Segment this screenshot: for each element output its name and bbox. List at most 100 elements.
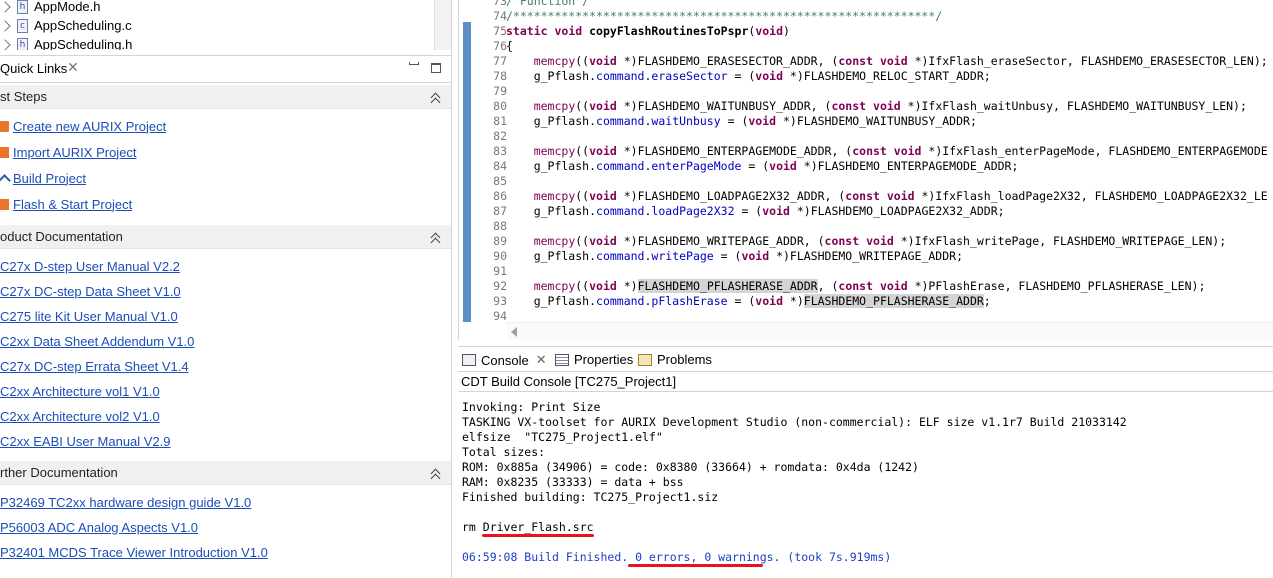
doc-link[interactable]: C2xx Data Sheet Addendum V1.0 (0, 332, 194, 350)
tree-scrollbar[interactable] (434, 0, 451, 50)
doc-link[interactable]: C2xx EABI User Manual V2.9 (0, 432, 171, 450)
file-name: AppMode.h (34, 0, 101, 14)
line-number: 94 (493, 309, 507, 323)
doc-link[interactable]: C27x D-step User Manual V2.2 (0, 257, 180, 275)
code-line[interactable]: { (506, 39, 513, 54)
code-line[interactable]: g_Pflash.command.waitUnbusy = (void *)FL… (506, 114, 977, 129)
doc-link-label[interactable]: C275 lite Kit User Manual V1.0 (0, 309, 178, 324)
scroll-left-icon[interactable] (511, 327, 517, 337)
quick-links-title: Quick Links (0, 61, 68, 76)
section-header-product-docs[interactable]: oduct Documentation (0, 225, 451, 249)
tree-item-appscheduling-c[interactable]: c AppScheduling.c (0, 16, 132, 35)
doc-link[interactable]: C2xx Architecture vol2 V1.0 (0, 407, 160, 425)
section-title: st Steps (0, 89, 47, 104)
doc-link[interactable]: C2xx Architecture vol1 V1.0 (0, 382, 160, 400)
console-line: rm Driver_Flash.src (462, 520, 594, 534)
doc-link-label[interactable]: C27x DC-step Data Sheet V1.0 (0, 284, 181, 299)
code-line[interactable]: g_Pflash.command.loadPage2X32 = (void *)… (506, 204, 1005, 219)
code-line[interactable]: g_Pflash.command.pFlashErase = (void *)F… (506, 294, 991, 309)
line-number: 75 (493, 24, 507, 38)
collapse-chevron-icon[interactable] (429, 466, 443, 484)
doc-link[interactable]: P56003 ADC Analog Aspects V1.0 (0, 518, 198, 536)
quick-links-tab[interactable]: Quick Links ✕ (0, 55, 451, 83)
doc-link-label[interactable]: P32469 TC2xx hardware design guide V1.0 (0, 495, 251, 510)
doc-link-label[interactable]: C2xx Data Sheet Addendum V1.0 (0, 334, 194, 349)
section-header-further-docs[interactable]: rther Documentation (0, 461, 451, 485)
code-editor[interactable]: 73 74 75 76 77 78 79 80 81 82 83 84 85 86 87 88 89 90 91 92… (458, 0, 1273, 340)
doc-link-label[interactable]: C2xx Architecture vol2 V1.0 (0, 409, 160, 424)
line-number: 74 (493, 9, 507, 23)
line-number: 89 (493, 234, 507, 248)
doc-link-label[interactable]: C2xx EABI User Manual V2.9 (0, 434, 171, 449)
console-tabbar: Console ✕ Properties Problems (458, 346, 1273, 372)
maximize-icon[interactable] (431, 63, 441, 73)
tab-label: Problems (657, 352, 712, 367)
tab-console[interactable]: Console ✕ (462, 352, 547, 368)
code-line[interactable]: memcpy((void *)FLASHDEMO_PFLASHERASE_ADD… (506, 279, 1205, 294)
code-line[interactable]: static void copyFlashRoutinesToPspr(void… (506, 24, 790, 39)
code-line[interactable]: memcpy((void *)FLASHDEMO_ENTERPAGEMODE_A… (506, 144, 1268, 159)
code-line[interactable]: g_Pflash.command.writePage = (void *)FLA… (506, 249, 963, 264)
doc-link-label[interactable]: P56003 ADC Analog Aspects V1.0 (0, 520, 198, 535)
link-label[interactable]: Create new AURIX Project (13, 119, 166, 134)
doc-link[interactable]: C27x DC-step Errata Sheet V1.4 (0, 357, 189, 375)
doc-link-label[interactable]: C27x D-step User Manual V2.2 (0, 259, 180, 274)
minimize-icon[interactable] (409, 62, 419, 65)
code-line[interactable]: /***************************************… (506, 9, 942, 24)
line-number: 93 (493, 294, 507, 308)
section-title: rther Documentation (0, 465, 118, 480)
close-icon[interactable]: ✕ (67, 59, 79, 76)
expand-arrow-icon[interactable] (0, 0, 11, 13)
link-label[interactable]: Build Project (13, 171, 86, 186)
link-create-project[interactable]: Create new AURIX Project (0, 117, 166, 135)
doc-link[interactable]: P32469 TC2xx hardware design guide V1.0 (0, 493, 251, 511)
line-number: 86 (493, 189, 507, 203)
line-number: 77 (493, 54, 507, 68)
code-line[interactable]: / Function / (506, 0, 589, 9)
code-line[interactable]: g_Pflash.command.enterPageMode = (void *… (506, 159, 1019, 174)
red-underline-annotation (628, 564, 763, 567)
doc-link-label[interactable]: C27x DC-step Errata Sheet V1.4 (0, 359, 189, 374)
doc-link-label[interactable]: C2xx Architecture vol1 V1.0 (0, 384, 160, 399)
line-number: 81 (493, 114, 507, 128)
code-line[interactable]: memcpy((void *)FLASHDEMO_ERASESECTOR_ADD… (506, 54, 1268, 69)
tab-problems[interactable]: Problems (638, 352, 712, 367)
link-label[interactable]: Flash & Start Project (13, 197, 132, 212)
section-header-first-steps[interactable]: st Steps (0, 85, 451, 109)
tab-label: Properties (574, 352, 634, 367)
code-line[interactable]: g_Pflash.command.eraseSector = (void *)F… (506, 69, 991, 84)
code-line[interactable]: memcpy((void *)FLASHDEMO_LOADPAGE2X32_AD… (506, 189, 1268, 204)
collapse-chevron-icon[interactable] (429, 90, 443, 108)
close-icon[interactable]: ✕ (536, 352, 547, 368)
console-output[interactable]: Invoking: Print Size TASKING VX-toolset f… (458, 392, 1273, 578)
link-flash-start[interactable]: Flash & Start Project (0, 195, 132, 213)
horizontal-scrollbar[interactable] (507, 322, 1273, 340)
tree-item-appscheduling-h[interactable]: h AppScheduling.h (0, 35, 132, 50)
code-area[interactable]: / Function //***************************… (506, 0, 1273, 322)
file-name: AppScheduling.h (34, 37, 133, 50)
doc-link-label[interactable]: P32401 MCDS Trace Viewer Introduction V1… (0, 545, 268, 560)
header-file-icon: h (17, 37, 28, 50)
doc-link[interactable]: P32401 MCDS Trace Viewer Introduction V1… (0, 543, 268, 561)
collapse-chevron-icon[interactable] (429, 230, 443, 248)
doc-link[interactable]: C27x DC-step Data Sheet V1.0 (0, 282, 181, 300)
link-import-project[interactable]: Import AURIX Project (0, 143, 137, 161)
problems-icon (638, 353, 652, 366)
console-line: Total sizes: (462, 445, 546, 459)
header-file-icon: h (17, 0, 28, 14)
doc-link[interactable]: C275 lite Kit User Manual V1.0 (0, 307, 178, 325)
link-build-project[interactable]: Build Project (0, 169, 86, 187)
line-number: 83 (493, 144, 507, 158)
link-label[interactable]: Import AURIX Project (13, 145, 137, 160)
expand-arrow-icon[interactable] (0, 19, 11, 32)
code-line[interactable]: memcpy((void *)FLASHDEMO_WAITUNBUSY_ADDR… (506, 99, 1247, 114)
console-line: RAM: 0x8235 (33333) = data + bss (462, 475, 684, 489)
import-icon (0, 146, 9, 158)
flash-icon (0, 198, 9, 210)
line-number: 80 (493, 99, 507, 113)
console-icon (462, 354, 476, 366)
code-line[interactable]: memcpy((void *)FLASHDEMO_WRITEPAGE_ADDR,… (506, 234, 1226, 249)
tree-item-appmode-h[interactable]: h AppMode.h (0, 0, 101, 16)
tab-properties[interactable]: Properties (555, 352, 633, 367)
expand-arrow-icon[interactable] (0, 38, 11, 50)
